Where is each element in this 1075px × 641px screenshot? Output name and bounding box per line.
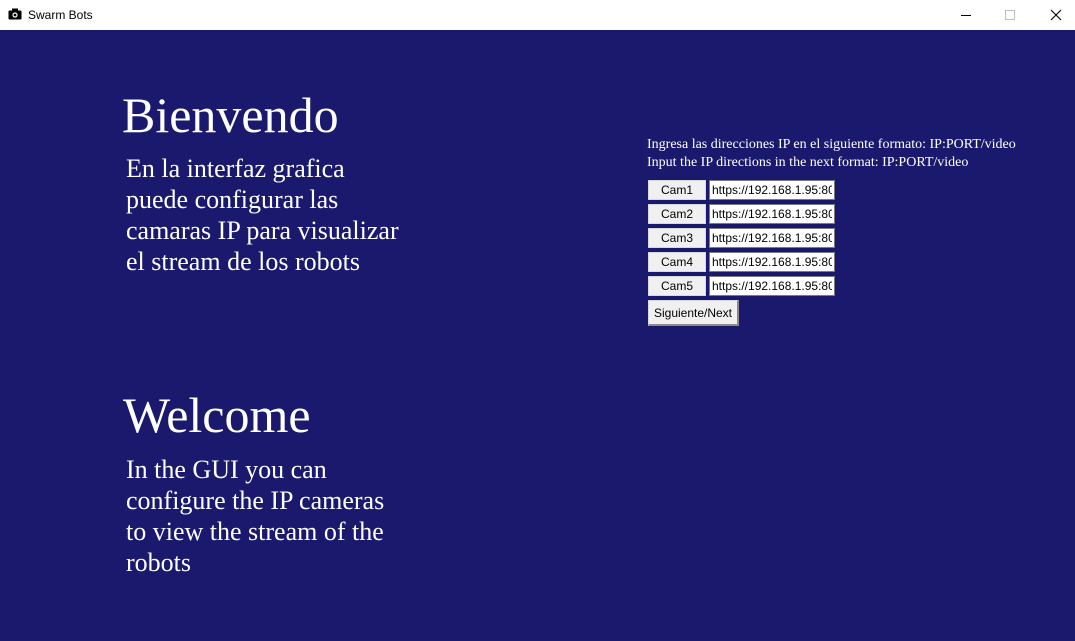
close-icon xyxy=(1050,9,1062,21)
welcome-text-line: robots xyxy=(126,548,191,577)
cam3-button[interactable]: Cam3 xyxy=(648,228,706,248)
next-button[interactable]: Siguiente/Next xyxy=(648,300,739,326)
welcome-heading-en: Welcome xyxy=(123,387,311,443)
cam2-button[interactable]: Cam2 xyxy=(648,204,706,224)
cam1-button[interactable]: Cam1 xyxy=(648,180,706,200)
welcome-text-line: to view the stream of the xyxy=(126,517,384,546)
welcome-text-line: In the GUI you can xyxy=(126,455,327,484)
window-title: Swarm Bots xyxy=(28,8,93,22)
app-window: Swarm Bots Bienvendo En la interfaz graf… xyxy=(0,0,1075,641)
welcome-text-line: camaras IP para visualizar xyxy=(126,216,399,245)
cam2-url-input[interactable] xyxy=(709,204,835,224)
maximize-button[interactable] xyxy=(987,0,1033,30)
cam4-button[interactable]: Cam4 xyxy=(648,252,706,272)
close-button[interactable] xyxy=(1033,0,1075,30)
minimize-button[interactable] xyxy=(943,0,989,30)
welcome-text-es: En la interfaz grafica puede configurar … xyxy=(126,153,426,277)
camera-icon xyxy=(8,8,22,20)
minimize-icon xyxy=(961,15,971,16)
welcome-text-line: En la interfaz grafica xyxy=(126,154,345,183)
cam1-url-input[interactable] xyxy=(709,180,835,200)
instruction-es: Ingresa las direcciones IP en el siguien… xyxy=(647,137,1016,152)
welcome-heading-es: Bienvendo xyxy=(122,87,339,143)
maximize-icon xyxy=(1005,10,1015,20)
cam5-url-input[interactable] xyxy=(709,276,835,296)
title-bar[interactable]: Swarm Bots xyxy=(0,0,1075,30)
welcome-text-line: configure the IP cameras xyxy=(126,486,385,515)
welcome-text-en: In the GUI you can configure the IP came… xyxy=(126,454,426,578)
cam5-button[interactable]: Cam5 xyxy=(648,276,706,296)
cam3-url-input[interactable] xyxy=(709,228,835,248)
instruction-en: Input the IP directions in the next form… xyxy=(647,155,969,170)
welcome-text-line: el stream de los robots xyxy=(126,247,360,276)
welcome-text-line: puede configurar las xyxy=(126,185,339,214)
cam4-url-input[interactable] xyxy=(709,252,835,272)
